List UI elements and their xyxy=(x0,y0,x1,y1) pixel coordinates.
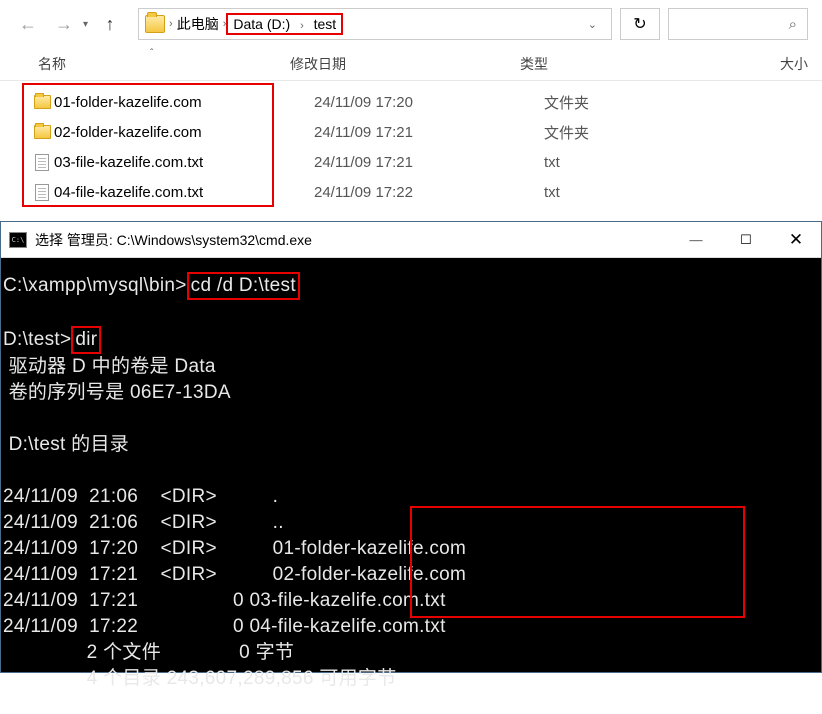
cmd-body[interactable]: C:\xampp\mysql\bin>cd /d D:\test D:\test… xyxy=(1,258,821,672)
column-headers: ˆ名称 修改日期 类型 大小 xyxy=(0,48,822,81)
list-item[interactable]: 04-file-kazelife.com.txt 24/11/09 17:22 … xyxy=(30,177,822,207)
highlight-box: Data (D:) › test xyxy=(226,13,343,35)
cmd-title: 选择 管理员: C:\Windows\system32\cmd.exe xyxy=(35,230,671,250)
highlight-box: cd /d D:\test xyxy=(187,272,300,300)
search-box[interactable]: ⌕ xyxy=(668,8,808,40)
breadcrumb-folder[interactable]: test xyxy=(314,16,337,32)
list-item[interactable]: 01-folder-kazelife.com 24/11/09 17:20 文件… xyxy=(30,87,822,117)
maximize-button[interactable]: ☐ xyxy=(721,222,771,258)
close-button[interactable]: ✕ xyxy=(771,222,821,258)
history-dropdown-icon[interactable]: ▾ xyxy=(83,19,88,30)
folder-icon xyxy=(34,125,51,139)
breadcrumb-drive[interactable]: Data (D:) xyxy=(233,16,290,32)
col-type[interactable]: 类型 xyxy=(520,54,700,74)
col-date[interactable]: 修改日期 xyxy=(290,54,520,74)
file-icon xyxy=(35,154,49,171)
cmd-window: C:\ 选择 管理员: C:\Windows\system32\cmd.exe … xyxy=(0,221,822,673)
folder-icon xyxy=(34,95,51,109)
refresh-button[interactable]: ↻ xyxy=(620,8,660,40)
list-item[interactable]: 02-folder-kazelife.com 24/11/09 17:21 文件… xyxy=(30,117,822,147)
forward-button[interactable]: → xyxy=(50,10,78,38)
search-icon: ⌕ xyxy=(789,16,797,33)
minimize-button[interactable]: — xyxy=(671,222,721,258)
nav-bar: ← → ▾ ↑ › 此电脑 › Data (D:) › test ⌄ ↻ ⌕ xyxy=(0,0,822,48)
address-dropdown-icon[interactable]: ⌄ xyxy=(580,18,605,31)
explorer-window: ← → ▾ ↑ › 此电脑 › Data (D:) › test ⌄ ↻ ⌕ ˆ… xyxy=(0,0,822,673)
cmd-titlebar[interactable]: C:\ 选择 管理员: C:\Windows\system32\cmd.exe … xyxy=(1,222,821,258)
address-bar[interactable]: › 此电脑 › Data (D:) › test ⌄ xyxy=(138,8,612,40)
breadcrumb-root[interactable]: 此电脑 xyxy=(173,12,223,36)
chevron-right-icon: › xyxy=(300,20,304,32)
col-size[interactable]: 大小 xyxy=(700,54,822,74)
col-name[interactable]: ˆ名称 xyxy=(0,54,290,74)
back-button[interactable]: ← xyxy=(14,10,42,38)
highlight-box xyxy=(410,506,745,618)
list-item[interactable]: 03-file-kazelife.com.txt 24/11/09 17:21 … xyxy=(30,147,822,177)
up-button[interactable]: ↑ xyxy=(96,10,124,38)
file-icon xyxy=(35,184,49,201)
highlight-box: dir xyxy=(71,326,101,354)
file-list: 01-folder-kazelife.com 24/11/09 17:20 文件… xyxy=(0,81,822,217)
folder-icon xyxy=(145,15,165,33)
cmd-icon: C:\ xyxy=(9,232,27,248)
sort-caret-icon: ˆ xyxy=(150,48,153,59)
